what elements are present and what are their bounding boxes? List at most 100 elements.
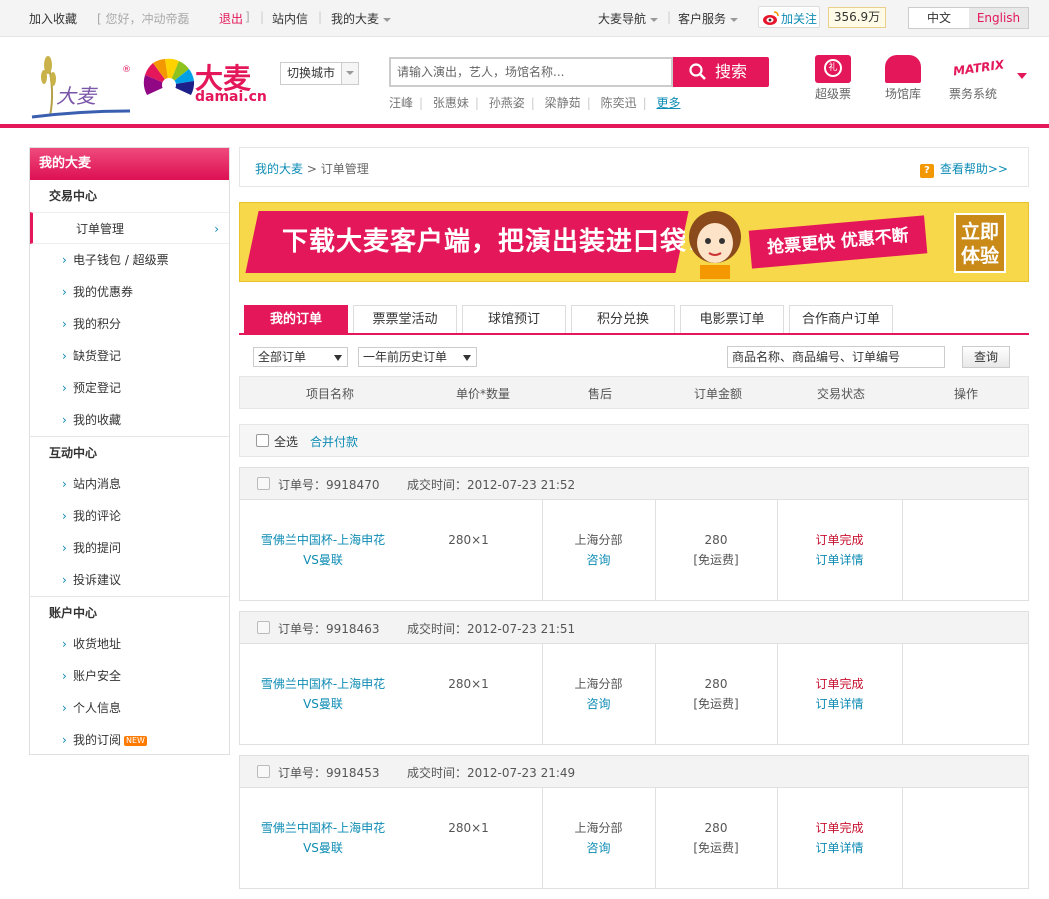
sidebar-item-points[interactable]: › 我的积分 [30,308,229,340]
site-nav-menu[interactable]: 大麦导航 [598,10,659,27]
order-item-link-line1[interactable]: 雪佛兰中国杯-上海申花 [240,818,406,838]
try-now-button[interactable]: 立即 体验 [954,213,1006,273]
sidebar-item-label: 收货地址 [73,637,122,651]
order-search-input[interactable]: 商品名称、商品编号、订单编号 [727,346,945,368]
order-period-select[interactable]: 一年前历史订单 [358,347,477,367]
tab-partner-orders[interactable]: 合作商户订单 [789,305,893,333]
sidebar: 我的大麦 交易中心 订单管理 › › 电子钱包 / 超级票 › 我的优惠券 › 我的积分… [29,147,230,755]
lang-zh-button[interactable]: 中文 [909,8,969,28]
order-amount-value: 280 [704,677,728,691]
more-quick-links-icon[interactable] [1017,73,1027,79]
hot-word-link[interactable]: 张惠妹 [433,96,469,110]
messages-link[interactable]: 站内信 [272,10,308,27]
col-item-name: 项目名称 [305,387,354,401]
help-link[interactable]: ? 查看帮助>> [919,160,1008,178]
sidebar-item-wallet[interactable]: › 电子钱包 / 超级票 [30,244,229,276]
hot-word-link[interactable]: 汪峰 [389,96,413,110]
hot-word-link[interactable]: 陈奕迅 [601,96,637,110]
order-detail-link[interactable]: 订单详情 [815,553,863,567]
city-switch-select[interactable]: 切换城市 [280,62,359,85]
order-header: 订单号：9918453 成交时间：2012-07-23 21:49 [240,756,1028,788]
hot-word-link[interactable]: 梁静茹 [545,96,581,110]
breadcrumb-separator: > [306,162,317,176]
order-item-link-line1[interactable]: 雪佛兰中国杯-上海申花 [240,530,406,550]
order-time-value: 2012-07-23 21:52 [467,478,576,492]
greeting-text: [ 您好，冲动帝磊 [97,12,190,26]
damai-logo[interactable]: 大麦 damai.cn [143,55,273,105]
order-checkbox[interactable] [257,621,270,634]
sidebar-item-favorites[interactable]: › 我的收藏 [30,404,229,436]
order-item-link-line2[interactable]: VS曼联 [240,550,406,570]
try-now-line2: 体验 [960,245,999,267]
sidebar-item-order-management[interactable]: 订单管理 › [30,212,229,244]
order-item-link-line1[interactable]: 雪佛兰中国杯-上海申花 [240,674,406,694]
sidebar-item-profile[interactable]: › 个人信息 [30,692,229,724]
order-price-qty: 280×1 [448,821,489,835]
order-checkbox[interactable] [257,477,270,490]
sidebar-item-reviews[interactable]: › 我的评论 [30,500,229,532]
lang-en-button[interactable]: English [969,8,1028,28]
language-switch: 中文 English [908,7,1029,29]
app-download-banner[interactable]: 下载大麦客户端，把演出装进口袋! 抢票更快 优惠不断 立即 体验 [239,202,1029,282]
logout-link[interactable]: 退出 [219,10,243,27]
cell-divider [902,644,903,744]
sidebar-item-coupons[interactable]: › 我的优惠券 [30,276,229,308]
tab-points-exchange[interactable]: 积分兑换 [571,305,675,333]
consult-link[interactable]: 咨询 [586,697,610,711]
ticketing-system-label: 票务系统 [948,87,997,101]
customer-service-menu[interactable]: 客户服务 [678,10,739,27]
tab-my-orders[interactable]: 我的订单 [244,305,348,333]
more-hot-words-link[interactable]: 更多 [656,96,680,110]
chevron-right-icon: › [62,669,67,683]
order-detail-link[interactable]: 订单详情 [815,841,863,855]
tab-piaopiaotang[interactable]: 票票堂活动 [353,305,457,333]
order-header: 订单号：9918470 成交时间：2012-07-23 21:52 [240,468,1028,500]
query-button[interactable]: 查询 [962,346,1010,368]
sidebar-item-security[interactable]: › 账户安全 [30,660,229,692]
search-input[interactable]: 请输入演出，艺人，场馆名称... [389,57,673,87]
sidebar-item-complaints[interactable]: › 投诉建议 [30,564,229,596]
sidebar-item-label: 我的积分 [73,317,122,331]
sidebar-item-inbox[interactable]: › 站内消息 [30,468,229,500]
my-damai-menu[interactable]: 我的大麦 [331,10,392,27]
divider: | [667,10,672,24]
order-status-select[interactable]: 全部订单 [253,347,348,367]
order-time: 成交时间：2012-07-23 21:51 [407,620,575,637]
sidebar-item-subscriptions[interactable]: › 我的订阅 NEW [30,724,229,756]
merge-payment-link[interactable]: 合并付款 [310,433,358,450]
sidebar-item-label: 我的评论 [73,509,122,523]
ticketing-system-link[interactable]: MATRIX 票务系统 [943,55,1005,102]
chevron-right-icon: › [62,733,67,747]
order-item-link-line2[interactable]: VS曼联 [240,838,406,858]
sidebar-item-address[interactable]: › 收货地址 [30,628,229,660]
tab-movie-orders[interactable]: 电影票订单 [680,305,784,333]
chevron-right-icon: › [62,413,67,427]
order-item-link-line2[interactable]: VS曼联 [240,694,406,714]
order-checkbox[interactable] [257,765,270,778]
breadcrumb-home-link[interactable]: 我的大麦 [255,162,303,176]
site-header: 大麦 ® 大麦 damai.cn 切换城市 请输入演出，艺人，场馆名称... 搜… [0,37,1049,128]
venue-icon [885,55,921,83]
weibo-follow-button[interactable]: 加关注 [758,6,820,28]
sidebar-item-stockout[interactable]: › 缺货登记 [30,340,229,372]
col-amount: 订单金额 [693,387,742,401]
order-amount: 280 [免运费] [655,788,777,888]
add-favorite-link[interactable]: 加入收藏 [29,10,77,27]
order-time: 成交时间：2012-07-23 21:52 [407,476,575,493]
search-button[interactable]: 搜索 [673,57,769,87]
chevron-right-icon: › [62,285,67,299]
sidebar-item-reservation[interactable]: › 预定登记 [30,372,229,404]
sidebar-item-questions[interactable]: › 我的提问 [30,532,229,564]
hot-word-link[interactable]: 孙燕姿 [489,96,525,110]
col-price-qty: 单价*数量 [455,387,510,401]
super-ticket-label: 超级票 [814,87,851,101]
super-ticket-link[interactable]: 礼 超级票 [803,55,863,102]
consult-link[interactable]: 咨询 [586,841,610,855]
tab-court-booking[interactable]: 球馆预订 [462,305,566,333]
order-detail-link[interactable]: 订单详情 [815,697,863,711]
order-after-sale: 上海分部 咨询 [542,644,655,744]
order-time-label: 成交时间： [407,478,468,492]
consult-link[interactable]: 咨询 [586,553,610,567]
venue-library-link[interactable]: 场馆库 [873,55,933,102]
select-all-checkbox[interactable] [256,434,269,447]
